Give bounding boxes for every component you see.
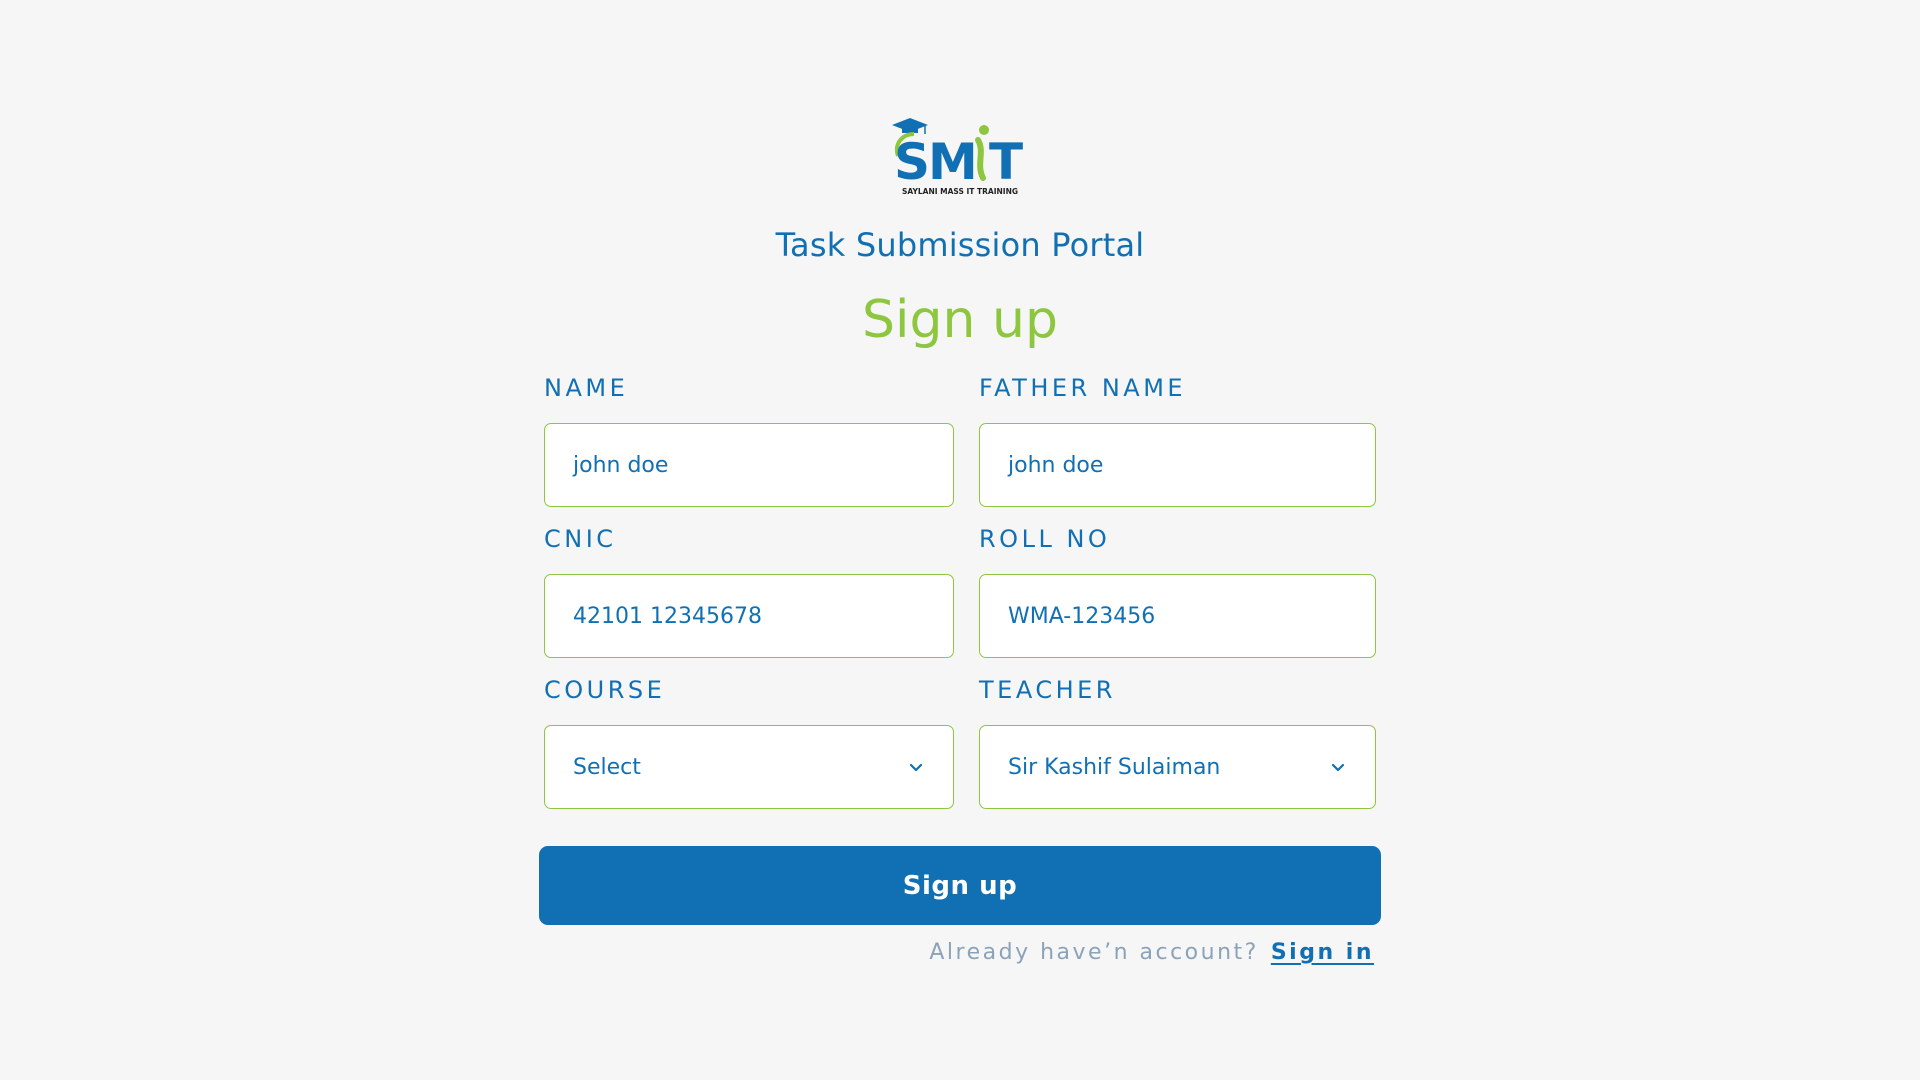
smit-logo: SM T SAYLANI MASS IT TRAINING: [892, 118, 1023, 196]
chevron-down-icon: [1329, 758, 1347, 776]
name-field[interactable]: john doe: [544, 423, 954, 507]
teacher-selected-value: Sir Kashif Sulaiman: [1008, 754, 1221, 780]
signin-row: Already have’n account? Sign in: [929, 940, 1374, 965]
cnic-label: CNIC: [544, 525, 617, 553]
svg-text:SAYLANI MASS IT TRAINING: SAYLANI MASS IT TRAINING: [902, 187, 1018, 196]
signup-page: SM T SAYLANI MASS IT TRAINING Task Submi…: [0, 0, 1920, 1080]
roll-no-value: WMA-123456: [1008, 603, 1156, 629]
name-label: NAME: [544, 374, 629, 402]
svg-text:SM: SM: [894, 133, 976, 191]
teacher-select[interactable]: Sir Kashif Sulaiman: [979, 725, 1376, 809]
cnic-field[interactable]: 42101 12345678: [544, 574, 954, 658]
signin-link[interactable]: Sign in: [1271, 940, 1374, 965]
name-value: john doe: [573, 452, 669, 478]
portal-title: Task Submission Portal: [775, 226, 1145, 264]
course-select[interactable]: Select: [544, 725, 954, 809]
chevron-down-icon: [907, 758, 925, 776]
roll-no-field[interactable]: WMA-123456: [979, 574, 1376, 658]
course-label: COURSE: [544, 676, 666, 704]
page-title: Sign up: [862, 290, 1058, 350]
cnic-value: 42101 12345678: [573, 603, 762, 629]
father-name-field[interactable]: john doe: [979, 423, 1376, 507]
teacher-label: TEACHER: [979, 676, 1116, 704]
father-name-value: john doe: [1008, 452, 1104, 478]
course-selected-value: Select: [573, 754, 641, 780]
signin-prompt: Already have’n account?: [929, 940, 1259, 965]
signup-button[interactable]: Sign up: [539, 846, 1381, 925]
father-name-label: FATHER NAME: [979, 374, 1187, 402]
svg-text:T: T: [989, 133, 1023, 191]
roll-no-label: ROLL NO: [979, 525, 1111, 553]
